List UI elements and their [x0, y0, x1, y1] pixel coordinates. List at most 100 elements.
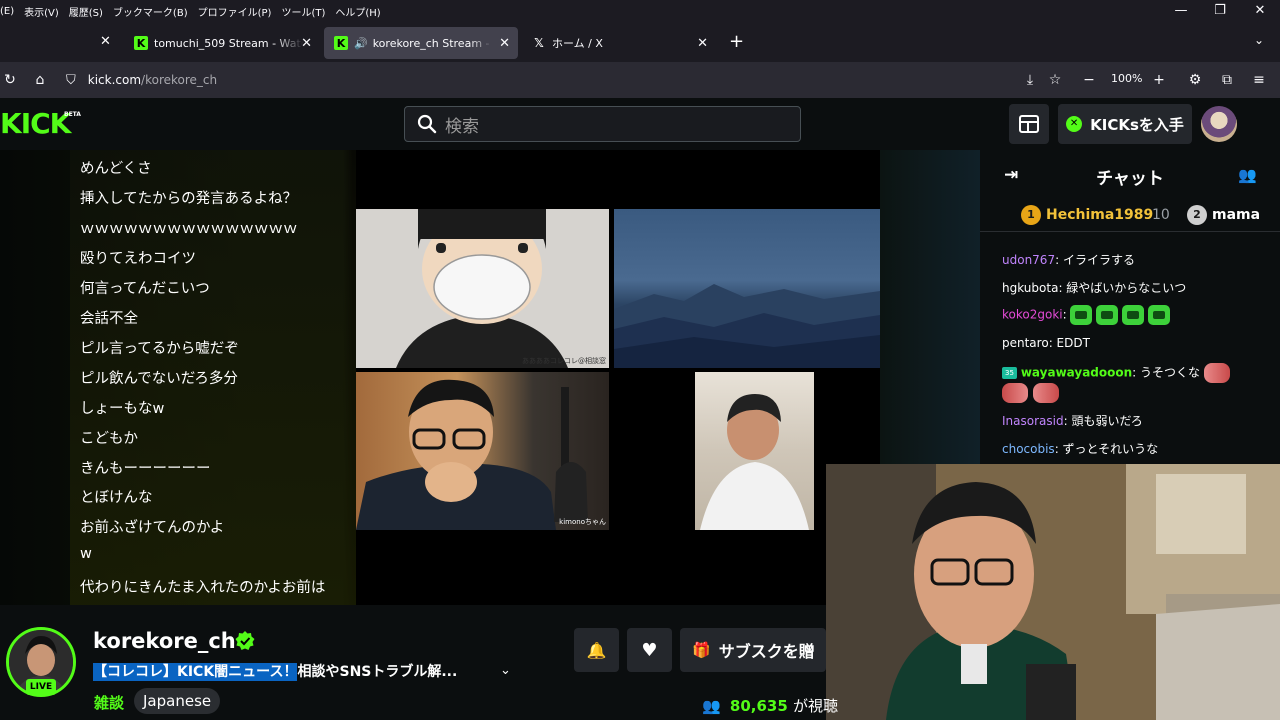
minimize-icon[interactable]: —	[1170, 2, 1192, 20]
chat-username[interactable]: Inasorasid	[1002, 414, 1064, 428]
chat-message: chocobis: ずっとそれいうな	[1002, 442, 1159, 456]
browser-menubar: (E) 表示(V) 履歴(S) ブックマーク(B) プロファイル(P) ツール(…	[0, 0, 1280, 22]
leader-name[interactable]: Hechima1989	[1046, 207, 1153, 223]
reload-icon[interactable]: ↻	[0, 70, 20, 90]
home-icon[interactable]: ⌂	[30, 70, 50, 90]
chat-message: pentaro: EDDT	[1002, 336, 1090, 350]
leader-name[interactable]: mama	[1212, 207, 1260, 223]
kick-favicon-icon: K	[334, 36, 348, 50]
get-kicks-button[interactable]: ✕ KICKsを入手	[1058, 104, 1192, 144]
chat-text: 緑やばいからなこいつ	[1066, 281, 1187, 295]
video-tile-mountains	[614, 209, 880, 368]
collapse-chat-icon[interactable]: ⇥	[1004, 165, 1018, 185]
language-tag[interactable]: Japanese	[134, 688, 221, 714]
emote-icon	[1096, 305, 1119, 325]
overlay-comment: w	[80, 546, 92, 562]
community-icon[interactable]: 👥	[1238, 166, 1257, 184]
hamburger-menu-icon[interactable]: ≡	[1249, 70, 1269, 90]
overlay-comment: 何言ってんだこいつ	[80, 281, 210, 297]
zoom-level[interactable]: 100%	[1111, 72, 1142, 85]
chat-username[interactable]: wayawayadooon	[1021, 366, 1132, 380]
viewer-count: 👥 80,635 が視聴	[702, 695, 838, 716]
chat-text: 頭も弱いだろ	[1071, 414, 1143, 428]
emote-icon	[1002, 383, 1028, 403]
gift-subscription-button[interactable]: 🎁 サブスクを贈	[680, 628, 826, 672]
menu-item-edit[interactable]: (E)	[0, 6, 14, 17]
subscriber-badge: 35	[1002, 367, 1017, 379]
tab-title: korekore_ch Stream - Watch Live	[372, 36, 493, 50]
tab-tomuchi[interactable]: K tomuchi_509 Stream - Watch Live ✕	[124, 27, 320, 59]
save-to-pocket-icon[interactable]: ⤓	[1020, 70, 1040, 90]
chat-username[interactable]: pentaro	[1002, 336, 1049, 350]
menu-item-tools[interactable]: ツール(T)	[281, 4, 325, 19]
mountain-landscape	[614, 284, 880, 368]
shield-icon[interactable]: ⛉	[66, 73, 76, 88]
overlay-comment: ピル言ってるから嘘だぞ	[80, 341, 239, 357]
zoom-out-icon[interactable]: −	[1079, 70, 1099, 90]
notification-bell-button[interactable]: 🔔	[574, 628, 619, 672]
close-tab-icon[interactable]: ✕	[697, 36, 708, 51]
emote-icon	[1070, 305, 1093, 325]
close-tab-icon[interactable]: ✕	[301, 36, 312, 51]
menu-item-profiles[interactable]: プロファイル(P)	[198, 4, 272, 19]
restore-icon[interactable]: ❐	[1209, 2, 1231, 20]
facecam-scene	[826, 464, 1280, 720]
overlay-comment: 殴りてえわコイツ	[80, 251, 196, 267]
navigation-toolbar: ↻ ⌂ ⛉ kick.com/korekore_ch ⤓ ☆ − 100% + …	[0, 62, 1280, 98]
video-tile-guest-white	[695, 372, 814, 530]
chat-text: EDDT	[1056, 336, 1090, 350]
chat-panel: ⇥ チャット 👥 1 Hechima1989 10 2 mama udon767…	[980, 150, 1280, 465]
kick-logo[interactable]: KICK BETA	[0, 107, 81, 140]
menu-item-view[interactable]: 表示(V)	[24, 4, 59, 19]
expand-title-icon[interactable]: ⌄	[500, 663, 511, 678]
search-input[interactable]: 検索	[404, 106, 801, 142]
search-icon	[417, 114, 437, 134]
chat-username[interactable]: koko2goki	[1002, 308, 1063, 322]
tab-bar: ✕ K tomuchi_509 Stream - Watch Live ✕ K …	[0, 22, 1280, 62]
chat-leaderboard: 1 Hechima1989 10 2 mama	[980, 202, 1280, 232]
overlay-comment: しょーもなw	[80, 401, 165, 417]
chat-text: ずっとそれいうな	[1062, 442, 1159, 456]
list-all-tabs-icon[interactable]: ⌄	[1254, 33, 1264, 47]
beta-badge: BETA	[64, 111, 81, 118]
speaker-icon[interactable]: 🔊	[354, 37, 368, 50]
facecam-overlay	[826, 464, 1280, 720]
channel-name[interactable]: korekore_ch	[93, 629, 236, 653]
bookmark-star-icon[interactable]: ☆	[1045, 70, 1065, 90]
video-tile-avatar: ああああコレコレ@相談窓	[356, 209, 609, 368]
close-window-icon[interactable]: ✕	[1249, 2, 1271, 20]
tab-korekore[interactable]: K 🔊 korekore_ch Stream - Watch Live ✕	[324, 27, 518, 59]
close-tab-icon[interactable]: ✕	[499, 36, 510, 51]
menu-item-help[interactable]: ヘルプ(H)	[335, 4, 380, 19]
follow-button[interactable]: ♥	[627, 628, 672, 672]
channel-info-bar: LIVE korekore_ch 【コレコレ】KICK闇ニュース！相談やSNSト…	[0, 605, 838, 720]
new-tab-icon[interactable]: +	[729, 31, 744, 52]
overlay-comment: お前ふざけてんのかよ	[80, 520, 225, 536]
emote-icon	[1203, 363, 1230, 383]
menu-item-bookmarks[interactable]: ブックマーク(B)	[113, 4, 188, 19]
chat-username[interactable]: udon767	[1002, 253, 1055, 267]
url-host: kick.com	[87, 73, 142, 87]
emote-row	[1002, 383, 1062, 405]
x-logo-icon: 𝕏	[534, 36, 544, 50]
zoom-in-icon[interactable]: +	[1149, 70, 1169, 90]
extensions-puzzle-icon[interactable]: ⧉	[1217, 70, 1237, 90]
extension-icon[interactable]: ⚙	[1185, 70, 1205, 90]
viewer-count-label: が視聴	[793, 697, 839, 715]
tab-x-home[interactable]: 𝕏 ホーム / X ✕	[522, 27, 716, 59]
chat-username[interactable]: hgkubota	[1002, 281, 1058, 295]
verified-badge-icon	[235, 631, 255, 650]
gift-sub-label: サブスクを贈	[718, 642, 815, 661]
browse-button[interactable]	[1009, 104, 1049, 144]
emote-icon	[1033, 383, 1060, 403]
url-bar[interactable]: ⛉ kick.com/korekore_ch	[62, 66, 1022, 94]
chat-text: うそつくな	[1140, 365, 1201, 380]
tab-title: tomuchi_509 Stream - Watch Live	[154, 36, 304, 50]
close-tab-icon[interactable]: ✕	[100, 34, 111, 49]
chat-username[interactable]: chocobis	[1002, 442, 1055, 456]
menu-item-history[interactable]: 履歴(S)	[69, 4, 103, 19]
user-avatar[interactable]	[1201, 106, 1237, 142]
stream-category[interactable]: 雑談	[94, 692, 124, 713]
emote-icon	[1122, 305, 1145, 325]
chat-header: ⇥ チャット 👥	[980, 150, 1280, 202]
